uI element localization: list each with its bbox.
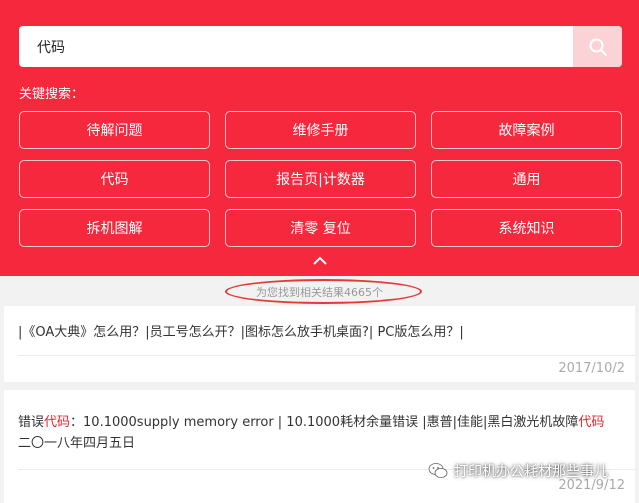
result-title[interactable]: |《OA大典》怎么用？|员工号怎么开？|图标怎么放手机桌面?| PC版怎么用？| [18, 322, 621, 343]
keyword-button[interactable]: 报告页|计数器 [225, 160, 416, 198]
keyword-label: 关键搜索： [19, 87, 85, 102]
result-date: 2017/10/2 [558, 361, 625, 376]
result-title[interactable]: 错误代码：10.1000supply memory error | 10.100… [18, 412, 621, 454]
keyword-button[interactable]: 代码 [19, 160, 210, 198]
divider [18, 355, 635, 356]
search-icon [589, 38, 607, 56]
keyword-grid: 待解问题 维修手册 故障案例 代码 报告页|计数器 通用 拆机图解 清零 复位 … [19, 111, 622, 247]
chevron-up-icon[interactable] [312, 256, 328, 266]
search-button[interactable] [573, 26, 622, 67]
search-input[interactable] [19, 26, 572, 67]
search-header: 关键搜索： 待解问题 维修手册 故障案例 代码 报告页|计数器 通用 拆机图解 … [0, 0, 639, 276]
title-text: 二〇一八年四月五日 [18, 436, 136, 451]
keyword-highlight: 代码 [578, 415, 605, 430]
watermark-text: 打印机办公耗材那些事儿 [454, 464, 608, 480]
keyword-button[interactable]: 待解问题 [19, 111, 210, 149]
keyword-button[interactable]: 拆机图解 [19, 209, 210, 247]
title-text: ：10.1000supply memory error | 10.1000耗材余… [70, 415, 579, 430]
keyword-button[interactable]: 故障案例 [431, 111, 622, 149]
keyword-button[interactable]: 维修手册 [225, 111, 416, 149]
keyword-button[interactable]: 系统知识 [431, 209, 622, 247]
result-item[interactable]: 错误代码：10.1000supply memory error | 10.100… [4, 390, 635, 503]
keyword-highlight: 代码 [44, 415, 71, 430]
keyword-button[interactable]: 通用 [431, 160, 622, 198]
keyword-button[interactable]: 清零 复位 [225, 209, 416, 247]
wechat-icon [428, 463, 448, 478]
annotation-circle [225, 279, 422, 304]
watermark: 打印机办公耗材那些事儿 [428, 461, 608, 481]
result-item[interactable]: |《OA大典》怎么用？|员工号怎么开？|图标怎么放手机桌面?| PC版怎么用？|… [4, 306, 635, 382]
title-text: 错误 [18, 415, 45, 430]
search-box [19, 26, 622, 67]
